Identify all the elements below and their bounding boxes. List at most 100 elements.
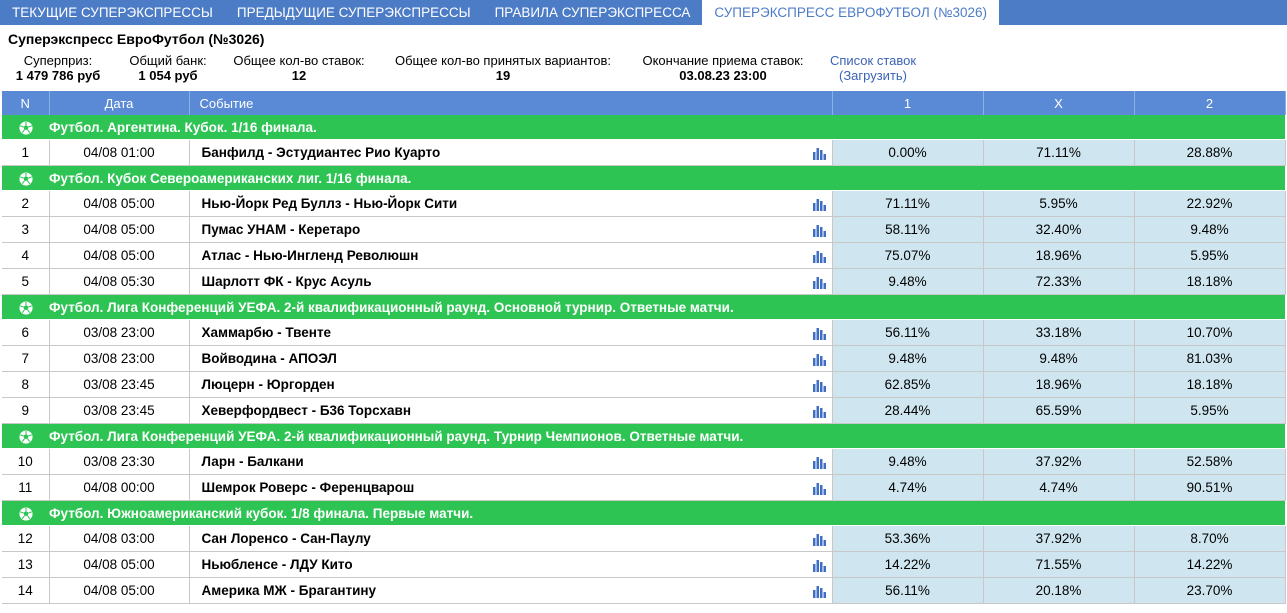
tournament-group-row: Футбол. Аргентина. Кубок. 1/16 финала. (2, 115, 1285, 140)
event-name: Шемрок Роверс - Ференцварош (201, 480, 415, 495)
stats-chart-icon[interactable] (812, 146, 826, 160)
outcome-1-percent: 0.00% (832, 139, 984, 166)
event-cell: Ньюбленсе - ЛДУ Кито (189, 551, 833, 578)
event-number: 6 (2, 319, 50, 346)
outcome-x-percent: 71.55% (983, 551, 1135, 578)
outcome-2-percent: 5.95% (1134, 397, 1286, 424)
event-cell: Люцерн - Юргорден (189, 371, 833, 398)
outcome-x-percent: 37.92% (983, 525, 1135, 552)
outcome-1-percent: 9.48% (832, 448, 984, 475)
stats-chart-icon[interactable] (812, 558, 826, 572)
stats-chart-icon[interactable] (812, 532, 826, 546)
stats-chart-icon[interactable] (812, 378, 826, 392)
outcome-x-percent: 20.18% (983, 577, 1135, 604)
event-cell: Банфилд - Эстудиантес Рио Куарто (189, 139, 833, 166)
event-name: Войводина - АПОЭЛ (201, 351, 337, 366)
event-date: 04/08 01:00 (49, 139, 190, 166)
event-row: 13 04/08 05:00 Ньюбленсе - ЛДУ Кито 14.22% 7… (2, 551, 1286, 578)
bets-list-link[interactable]: Список ставок (818, 53, 928, 68)
superprize-stat: Суперприз: 1 479 786 руб (8, 53, 108, 83)
deadline-value: 03.08.23 23:00 (679, 68, 767, 83)
tournament-group-row: Футбол. Кубок Североамериканских лиг. 1/… (2, 165, 1285, 191)
event-date: 04/08 05:30 (49, 268, 190, 295)
superprize-value: 1 479 786 руб (15, 68, 101, 83)
event-number: 2 (2, 190, 50, 217)
outcome-x-percent: 18.96% (983, 371, 1135, 398)
outcome-1-percent: 28.44% (832, 397, 984, 424)
event-cell: Нью-Йорк Ред Буллз - Нью-Йорк Сити (189, 190, 833, 217)
event-row: 3 04/08 05:00 Пумас УНАМ - Керетаро 58.11% 3… (2, 216, 1286, 243)
bets-count-label: Общее кол-во ставок: (233, 53, 365, 68)
outcome-2-percent: 23.70% (1134, 577, 1286, 604)
tournament-title: Футбол. Лига Конференций УЕФА. 2-й квали… (49, 423, 1285, 449)
tab-current-superexpresses[interactable]: ТЕКУЩИЕ СУПЕРЭКСПРЕССЫ (0, 0, 225, 25)
outcome-2-percent: 5.95% (1134, 242, 1286, 269)
bets-count-stat: Общее кол-во ставок: 12 (226, 53, 372, 83)
event-cell: Войводина - АПОЭЛ (189, 345, 833, 372)
bank-stat: Общий банк: 1 054 руб (118, 53, 218, 83)
soccer-ball-icon (2, 500, 49, 526)
outcome-x-percent: 5.95% (983, 190, 1135, 217)
outcome-2-percent: 14.22% (1134, 551, 1286, 578)
outcome-2-percent: 28.88% (1134, 139, 1286, 166)
outcome-1-percent: 75.07% (832, 242, 984, 269)
soccer-ball-icon (2, 165, 49, 191)
event-number: 11 (2, 474, 50, 501)
tournament-group-row: Футбол. Южноамериканский кубок. 1/8 фина… (2, 500, 1285, 526)
event-cell: Пумас УНАМ - Керетаро (189, 216, 833, 243)
tab-eurofootball-3026[interactable]: СУПЕРЭКСПРЕСС ЕВРОФУТБОЛ (№3026) (702, 0, 999, 25)
table-header: N Дата Событие 1 X 2 (2, 91, 1286, 115)
outcome-x-percent: 32.40% (983, 216, 1135, 243)
event-number: 10 (2, 448, 50, 475)
outcome-2-percent: 90.51% (1134, 474, 1286, 501)
bets-count-value: 12 (291, 68, 307, 83)
stats-chart-icon[interactable] (812, 584, 826, 598)
col-header-n: N (2, 91, 50, 115)
event-cell: Сан Лоренсо - Сан-Паулу (189, 525, 833, 552)
stats-chart-icon[interactable] (812, 352, 826, 366)
event-row: 9 03/08 23:45 Хеверфордвест - Б36 Торсхавн… (2, 397, 1286, 424)
tab-previous-superexpresses[interactable]: ПРЕДЫДУЩИЕ СУПЕРЭКСПРЕССЫ (225, 0, 483, 25)
stats-chart-icon[interactable] (812, 326, 826, 340)
event-number: 14 (2, 577, 50, 604)
outcome-x-percent: 9.48% (983, 345, 1135, 372)
event-row: 4 04/08 05:00 Атлас - Нью-Ингленд Революшн… (2, 242, 1286, 269)
event-name: Атлас - Нью-Ингленд Революшн (201, 248, 419, 263)
bank-value: 1 054 руб (138, 68, 198, 83)
stats-chart-icon[interactable] (812, 404, 826, 418)
stats-chart-icon[interactable] (812, 249, 826, 263)
event-row: 6 03/08 23:00 Хаммарбю - Твенте 56.11% 33.18… (2, 319, 1286, 346)
outcome-2-percent: 52.58% (1134, 448, 1286, 475)
variants-count-stat: Общее кол-во принятых вариантов: 19 (384, 53, 622, 83)
event-date: 03/08 23:00 (49, 345, 190, 372)
event-date: 04/08 00:00 (49, 474, 190, 501)
outcome-x-percent: 65.59% (983, 397, 1135, 424)
soccer-ball-icon (2, 294, 49, 320)
page-title: Суперэкспресс ЕвроФутбол (№3026) (8, 31, 265, 47)
deadline-label: Окончание приема ставок: (642, 53, 804, 68)
col-header-1: 1 (832, 91, 984, 115)
tournament-group-row: Футбол. Лига Конференций УЕФА. 2-й квали… (2, 423, 1285, 449)
outcome-2-percent: 22.92% (1134, 190, 1286, 217)
outcome-1-percent: 53.36% (832, 525, 984, 552)
event-row: 11 04/08 00:00 Шемрок Роверс - Ференцварош… (2, 474, 1286, 501)
col-header-date: Дата (49, 91, 190, 115)
outcome-1-percent: 71.11% (832, 190, 984, 217)
stats-chart-icon[interactable] (812, 455, 826, 469)
event-name: Америка МЖ - Брагантину (201, 583, 377, 598)
tournament-title: Футбол. Лига Конференций УЕФА. 2-й квали… (49, 294, 1285, 320)
stats-chart-icon[interactable] (812, 481, 826, 495)
tournament-title: Футбол. Аргентина. Кубок. 1/16 финала. (49, 115, 1285, 140)
superprize-label: Суперприз: (23, 53, 93, 68)
events-table: N Дата Событие 1 X 2 Футбол. Аргентина. … (2, 91, 1286, 604)
outcome-1-percent: 9.48% (832, 268, 984, 295)
stats-chart-icon[interactable] (812, 275, 826, 289)
stats-chart-icon[interactable] (812, 223, 826, 237)
outcome-2-percent: 18.18% (1134, 268, 1286, 295)
superexpress-info: Суперэкспресс ЕвроФутбол (№3026) Суперпр… (0, 25, 1287, 91)
load-link[interactable]: (Загрузить) (818, 68, 928, 83)
event-name: Ньюбленсе - ЛДУ Кито (201, 557, 353, 572)
variants-count-label: Общее кол-во принятых вариантов: (394, 53, 612, 68)
tab-superexpress-rules[interactable]: ПРАВИЛА СУПЕРЭКСПРЕССА (483, 0, 703, 25)
stats-chart-icon[interactable] (812, 197, 826, 211)
